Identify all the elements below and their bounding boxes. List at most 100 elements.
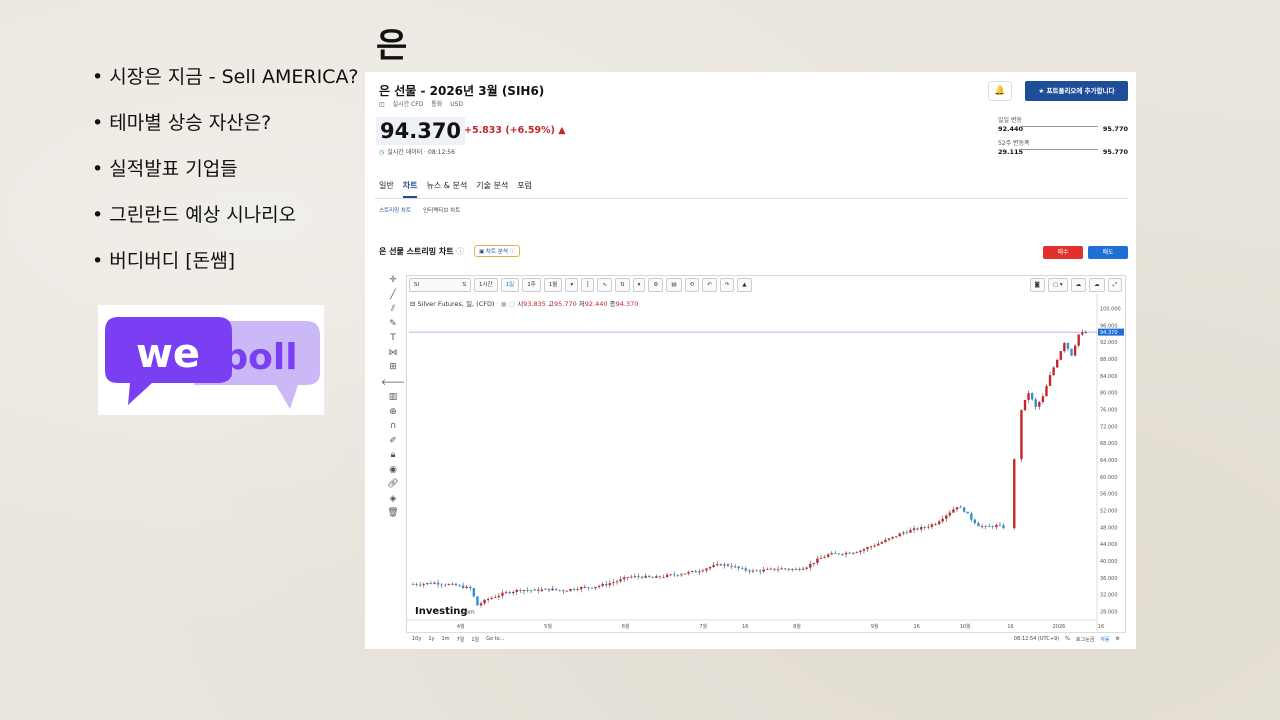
candle-body — [533, 589, 536, 591]
candle-body — [995, 525, 998, 528]
pitchfork-icon[interactable]: ⫽ — [391, 304, 395, 314]
tab-overview[interactable]: 일반 — [379, 180, 394, 198]
range-1m[interactable]: 1m — [441, 636, 449, 642]
add-portfolio-button[interactable]: ★ 포트폴리오에 추가합니다 — [1025, 81, 1128, 101]
trash-icon[interactable]: 🗑︎ — [387, 508, 398, 518]
subtab-interactive[interactable]: 인터랙티브 차트 — [423, 206, 460, 214]
text-icon[interactable]: T — [390, 333, 396, 343]
streaming-chart-title: 은 선물 스트리밍 차트 ⓘ — [379, 247, 465, 256]
range-1d[interactable]: 1일 — [471, 636, 479, 643]
candle-body — [980, 526, 984, 527]
alert-icon[interactable]: ▲ — [737, 278, 752, 292]
y-tick-label: 72.000 — [1100, 424, 1118, 430]
range-1y[interactable]: 1y — [428, 636, 434, 642]
candle-body — [504, 592, 508, 593]
lock-icon[interactable]: 🔒︎ — [391, 450, 396, 460]
candle-body — [594, 586, 597, 589]
candle-body — [762, 569, 765, 572]
arrow-left-icon[interactable]: 🡐 — [381, 377, 405, 388]
candle-body — [809, 563, 812, 568]
symbol-search-input[interactable]: SI S — [409, 278, 471, 292]
forecast-icon[interactable]: ⊞ — [389, 362, 397, 372]
instrument-title: 은 선물 - 2026년 3월 (SIH6) — [379, 84, 545, 98]
candle-body — [415, 584, 418, 586]
tab-technical[interactable]: 기술 분석 — [476, 180, 508, 198]
pattern-icon[interactable]: ⋈ — [389, 348, 398, 358]
candle-body — [816, 558, 819, 563]
chevron-down-icon[interactable]: ▾ — [632, 278, 646, 292]
bell-plus-icon[interactable]: 🔔 — [988, 81, 1012, 101]
layers-icon[interactable]: ◈ — [390, 494, 397, 504]
layout-icon[interactable]: ▢ ▾ — [1047, 278, 1068, 292]
candle-body — [494, 597, 497, 598]
candle-body — [447, 584, 450, 585]
tab-news[interactable]: 뉴스 & 분석 — [426, 180, 467, 198]
tab-forum[interactable]: 포럼 — [517, 180, 532, 198]
template-icon[interactable]: ▤ — [666, 278, 682, 292]
candle-body — [927, 526, 930, 528]
y-tick-label: 84.000 — [1100, 374, 1118, 380]
candle-body — [587, 587, 590, 588]
compare-icon[interactable]: ⇅ — [615, 278, 630, 292]
candle-type-icon[interactable]: ┇ — [581, 278, 595, 292]
y-tick-label: 56.000 — [1100, 492, 1118, 498]
candle-body — [866, 547, 869, 550]
redo-icon[interactable]: ↷ — [719, 278, 735, 292]
currency-value: USD — [450, 101, 464, 108]
candle-body — [601, 583, 604, 586]
gear-icon[interactable]: ⚙ — [648, 278, 664, 292]
zoom-icon[interactable]: ⊕ — [389, 407, 397, 417]
goto-date[interactable]: Go to... — [486, 636, 504, 642]
crosshair-icon[interactable]: ✛ — [389, 275, 397, 285]
cloud-load-icon[interactable]: ☁ — [1089, 278, 1105, 292]
percent-toggle[interactable]: % — [1065, 636, 1070, 643]
log-toggle[interactable]: 로그눈금 — [1076, 636, 1094, 643]
candle-body — [970, 513, 973, 520]
candle-body — [640, 576, 644, 578]
candlestick-chart[interactable]: 100.000 96.000 92.000 88.000 84.000 80.000 76.… — [407, 294, 1125, 632]
link-icon[interactable]: 🔗︎ — [387, 479, 398, 489]
range-7d[interactable]: 7일 — [457, 636, 465, 643]
subtab-streaming[interactable]: 스트리밍 차트 — [379, 206, 411, 214]
interval-1w[interactable]: 1주 — [522, 278, 541, 292]
gear-icon[interactable]: ⚙ — [1116, 636, 1120, 643]
auto-toggle[interactable]: 자동 — [1100, 636, 1109, 643]
tab-chart[interactable]: 차트 — [402, 180, 418, 198]
pencil-lock-icon[interactable]: ✐ — [389, 436, 397, 446]
bullet-item: 버디버디 [돈쌤] — [92, 246, 359, 292]
sell-button[interactable]: 매도 — [1088, 246, 1128, 259]
candle-body — [1013, 459, 1016, 529]
range-10y[interactable]: 10y — [412, 636, 421, 642]
undo-icon[interactable]: ↶ — [702, 278, 717, 292]
candle-body — [755, 570, 758, 572]
candle-body — [554, 588, 558, 590]
candle-body — [655, 576, 658, 578]
candle-body — [547, 588, 551, 591]
interval-1h[interactable]: 1시간 — [474, 278, 498, 292]
y-tick-label: 36.000 — [1100, 576, 1118, 582]
buy-button[interactable]: 매수 — [1043, 246, 1083, 259]
ruler-icon[interactable]: ▥ — [389, 392, 398, 402]
magnet-icon[interactable]: ∩ — [390, 421, 397, 431]
camera-icon[interactable]: ◙ — [1029, 278, 1045, 292]
candle-body — [694, 571, 697, 573]
candle-body — [483, 599, 486, 604]
interval-1m[interactable]: 1월 — [543, 278, 563, 292]
chart-analysis-button[interactable]: ▣ 차트 분석 ⓘ — [474, 245, 521, 257]
eye-icon[interactable]: ◉ — [389, 465, 397, 475]
indicators-icon[interactable]: ∿ — [597, 278, 612, 292]
fullscreen-icon[interactable]: ⤢ — [1107, 278, 1122, 292]
currency-label: 통화 — [431, 101, 443, 108]
chevron-down-icon[interactable]: ▾ — [565, 278, 579, 292]
cloud-save-icon[interactable]: ☁ — [1070, 278, 1087, 292]
candle-body — [512, 591, 515, 594]
interval-1d[interactable]: 1일 — [500, 278, 520, 292]
candle-body — [758, 570, 762, 572]
brush-icon[interactable]: ✎ — [389, 319, 397, 329]
candle-body — [565, 590, 569, 592]
trendline-icon[interactable]: ╱ — [390, 290, 395, 300]
chart-area[interactable]: SI S 1시간 1일 1주 1월 ▾ ┇ ∿ ⇅ ▾ ⚙ ▤ ⟲ ↶ ↷ ▲ ◙… — [406, 275, 1126, 645]
candle-body — [826, 554, 830, 557]
replay-icon[interactable]: ⟲ — [684, 278, 700, 292]
candle-body — [1030, 393, 1034, 400]
